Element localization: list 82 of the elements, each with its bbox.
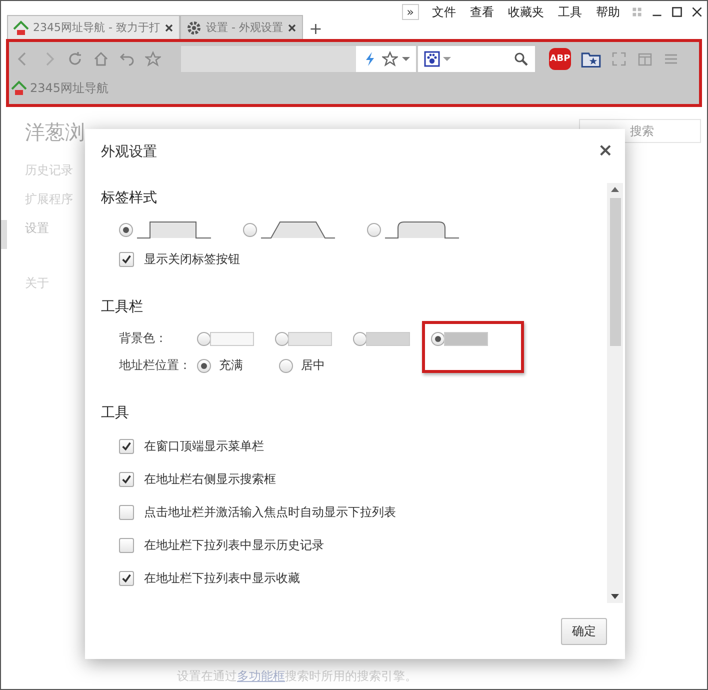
radio-button[interactable] xyxy=(367,223,381,237)
search-field[interactable] xyxy=(417,46,535,72)
radio-button[interactable] xyxy=(353,332,367,346)
color-swatch[interactable] xyxy=(288,332,332,346)
tab-shape-icon xyxy=(137,221,211,239)
grid-icon[interactable] xyxy=(631,6,643,18)
close-icon[interactable] xyxy=(691,6,703,18)
radio-button[interactable] xyxy=(197,332,211,346)
up-arrow-icon[interactable] xyxy=(611,187,619,192)
checkbox[interactable] xyxy=(119,472,134,487)
caret-icon[interactable] xyxy=(402,56,410,62)
close-icon[interactable] xyxy=(164,22,174,32)
address-field[interactable] xyxy=(181,46,356,72)
field-label: 地址栏位置： xyxy=(119,357,192,374)
star-icon[interactable] xyxy=(145,51,161,67)
tab-title: 2345网址导航 - 致力于打 xyxy=(33,20,160,35)
house-icon xyxy=(11,80,27,96)
overflow-button[interactable]: » xyxy=(402,4,419,20)
checkbox-label: 显示关闭标签按钮 xyxy=(144,251,240,268)
radio-label: 居中 xyxy=(301,357,325,374)
paw-icon[interactable] xyxy=(424,51,440,67)
color-swatch[interactable] xyxy=(444,332,488,346)
radio-button[interactable] xyxy=(279,358,293,372)
menu-item[interactable]: 收藏夹 xyxy=(501,4,551,21)
section-heading: 标签样式 xyxy=(101,189,158,207)
brand-title: 洋葱浏 xyxy=(25,119,85,146)
ok-button[interactable]: 确定 xyxy=(561,618,607,645)
radio-button[interactable] xyxy=(197,358,211,372)
checkbox-label: 在窗口顶端显示菜单栏 xyxy=(144,438,264,455)
check-icon xyxy=(121,474,132,485)
maximize-icon[interactable] xyxy=(671,6,683,18)
tab-shape-icon xyxy=(385,221,459,239)
checkbox[interactable] xyxy=(119,505,134,520)
checkbox-label: 在地址栏右侧显示搜索框 xyxy=(144,471,276,488)
tab-shape-icon xyxy=(261,221,335,239)
close-icon[interactable] xyxy=(286,22,297,32)
menu-item[interactable]: 帮助 xyxy=(589,4,627,21)
reload-icon[interactable] xyxy=(67,51,83,67)
adblock-button[interactable]: ABP xyxy=(549,48,571,70)
gear-icon xyxy=(186,20,202,36)
star-icon[interactable] xyxy=(382,51,398,67)
house-icon xyxy=(13,20,29,36)
caret-icon[interactable] xyxy=(443,56,451,62)
menu-item[interactable]: 工具 xyxy=(551,4,589,21)
window-icon[interactable] xyxy=(637,51,653,67)
dialog-title: 外观设置 xyxy=(101,143,157,162)
color-option[interactable] xyxy=(422,320,524,372)
checkbox[interactable] xyxy=(119,439,134,454)
checkbox-label: 在地址栏下拉列表中显示收藏 xyxy=(144,570,300,587)
checkbox[interactable] xyxy=(119,538,134,553)
home-icon[interactable] xyxy=(93,51,109,67)
scrollbar[interactable] xyxy=(607,183,623,603)
checkbox[interactable] xyxy=(119,252,134,267)
browser-tab[interactable]: 2345网址导航 - 致力于打 xyxy=(7,15,180,39)
folder-star-icon[interactable] xyxy=(581,50,601,68)
fullscreen-icon[interactable] xyxy=(611,51,627,67)
section-heading: 工具 xyxy=(101,404,130,422)
search-icon[interactable] xyxy=(513,51,529,67)
color-swatch[interactable] xyxy=(210,332,254,346)
section-heading: 工具栏 xyxy=(101,298,144,316)
undo-icon[interactable] xyxy=(119,51,135,67)
scrollbar-thumb[interactable] xyxy=(610,198,620,346)
new-tab-button[interactable]: + xyxy=(302,21,328,39)
radio-button[interactable] xyxy=(243,223,257,237)
radio-button[interactable] xyxy=(119,223,133,237)
field-label: 背景色： xyxy=(119,330,168,347)
tab-title: 设置 - 外观设置 xyxy=(206,20,283,35)
check-icon xyxy=(121,573,132,584)
check-icon xyxy=(121,254,132,265)
down-arrow-icon[interactable] xyxy=(611,594,619,599)
checkbox-label: 点击地址栏并激活输入焦点时自动显示下拉列表 xyxy=(144,504,396,521)
checkbox-label: 在地址栏下拉列表中显示历史记录 xyxy=(144,537,324,554)
color-swatch[interactable] xyxy=(366,332,410,346)
bookmark-label: 2345网址导航 xyxy=(30,80,109,96)
menu-item[interactable]: 查看 xyxy=(463,4,501,21)
close-button[interactable]: × xyxy=(598,143,613,183)
radio-button[interactable] xyxy=(431,332,445,346)
menu-item[interactable]: 文件 xyxy=(425,4,463,21)
radio-label: 充满 xyxy=(219,357,243,374)
radio-button[interactable] xyxy=(275,332,289,346)
checkbox[interactable] xyxy=(119,571,134,586)
check-icon xyxy=(121,441,132,452)
